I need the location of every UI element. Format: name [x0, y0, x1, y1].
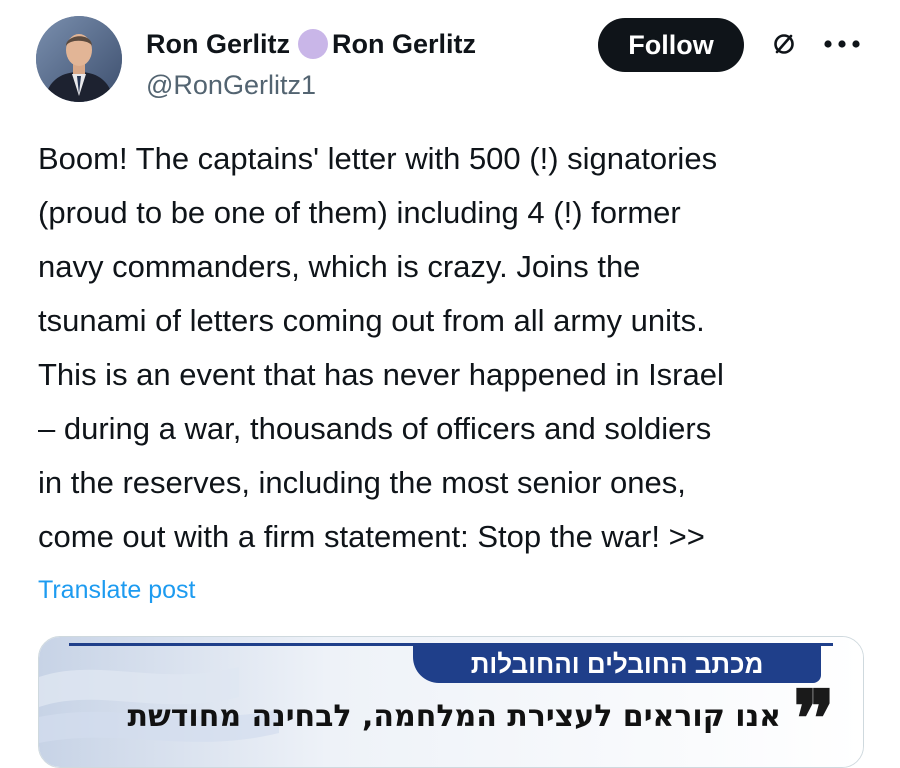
post-text-line: tsunami of letters coming out from all a… [38, 303, 705, 338]
quote-mark-icon: ❞ [793, 674, 835, 765]
post-text-line: in the reserves, including the most seni… [38, 465, 686, 500]
translate-post-link[interactable]: Translate post [38, 576, 195, 605]
author-display-name-suffix[interactable]: Ron Gerlitz [332, 29, 476, 60]
profile-photo [36, 16, 122, 102]
post-text-line: (proud to be one of them) including 4 (!… [38, 195, 681, 230]
media-banner: מכתב החובלים והחובלות [413, 645, 821, 683]
media-attachment[interactable]: מכתב החובלים והחובלות ❞ אנו קוראים לעציר… [38, 636, 864, 768]
author-display-name[interactable]: Ron Gerlitz [146, 29, 290, 60]
avatar[interactable] [36, 16, 122, 102]
post-text-line: Boom! The captains' letter with 500 (!) … [38, 141, 718, 176]
post-text-line: navy commanders, which is crazy. Joins t… [38, 249, 641, 284]
post-text-line: This is an event that has never happened… [38, 357, 724, 392]
author-name-row[interactable]: Ron Gerlitz Ron Gerlitz [146, 24, 476, 64]
slashed-circle-icon[interactable] [770, 30, 798, 58]
more-horizontal-icon[interactable] [822, 38, 862, 50]
post-text-line: come out with a firm statement: Stop the… [38, 519, 705, 554]
follow-button[interactable]: Follow [598, 18, 744, 72]
post-body: Boom! The captains' letter with 500 (!) … [38, 132, 888, 564]
author-handle[interactable]: @RonGerlitz1 [146, 70, 316, 101]
name-badge-icon [298, 29, 329, 59]
post-text-line: – during a war, thousands of officers an… [38, 411, 712, 446]
media-headline: אנו קוראים לעצירת המלחמה, לבחינה מחודשת [127, 699, 781, 734]
